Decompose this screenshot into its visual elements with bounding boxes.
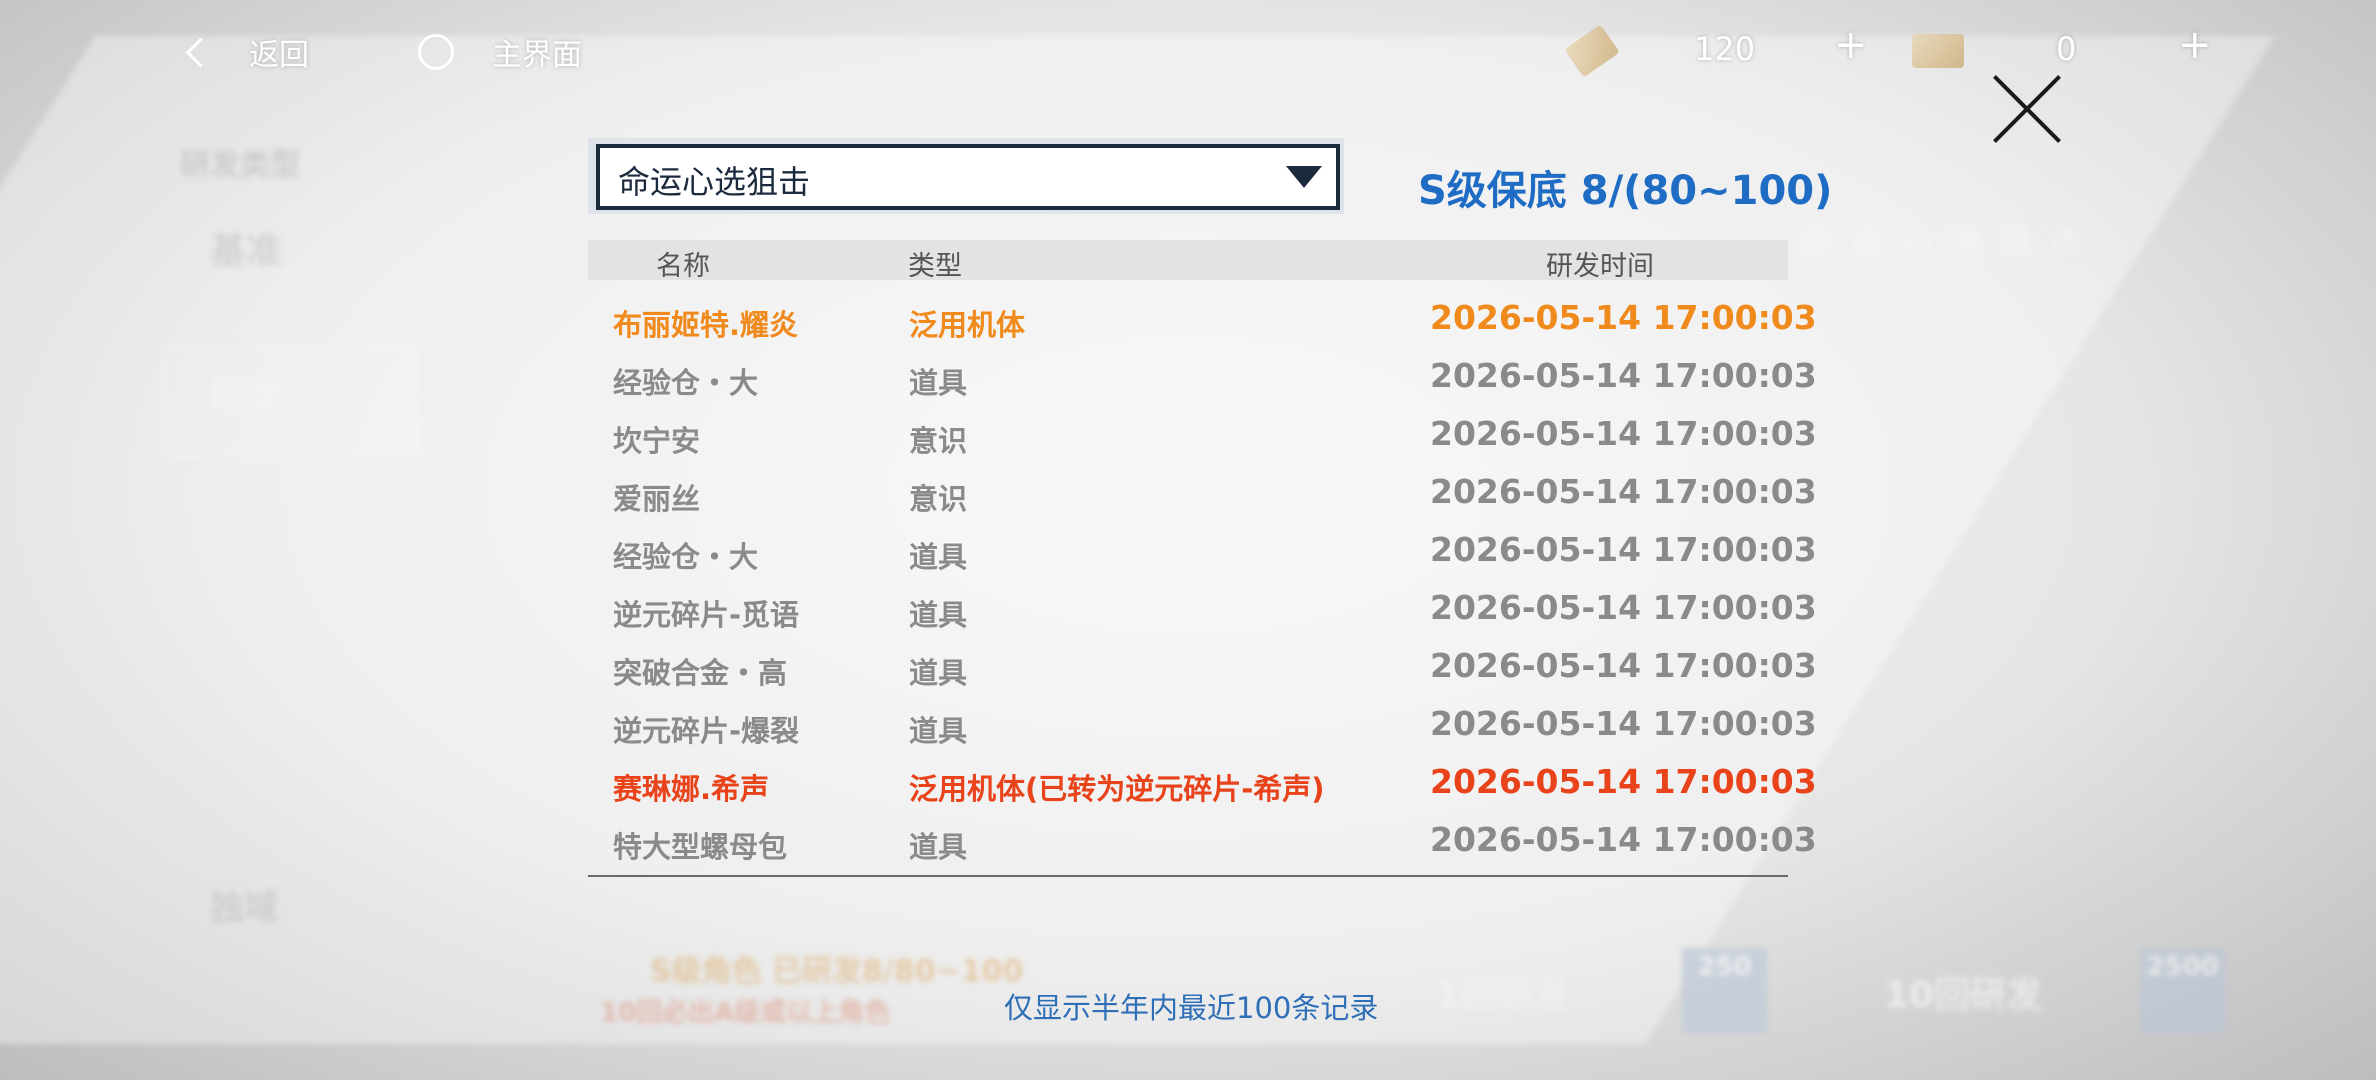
record-name: 爱丽丝: [613, 482, 701, 516]
banner-select[interactable]: 命运心选狙击: [596, 144, 1340, 210]
bg-guarantee-text: 10回必出A级或以上角色: [600, 998, 891, 1028]
table-row: 赛琳娜.希声 泛用机体(已转为逆元碎片-希声) 2026-05-14 17:00:0…: [588, 756, 1817, 814]
column-time: 研发时间: [1546, 251, 1654, 282]
table-row: 经验仓・大 道具 2026-05-14 17:00:03: [588, 350, 1817, 408]
record-type: 道具: [909, 598, 968, 632]
currency2-add-button[interactable]: +: [2178, 22, 2212, 68]
record-name: 特大型螺母包: [613, 830, 788, 864]
record-time: 2026-05-14 17:00:03: [1430, 472, 1817, 511]
table-row: 逆元碎片-觅语 道具 2026-05-14 17:00:03: [588, 582, 1817, 640]
record-name: 逆元碎片-觅语: [613, 598, 800, 632]
triangle-down-icon: [1286, 166, 1322, 188]
record-type: 道具: [909, 366, 968, 400]
column-type: 类型: [908, 251, 962, 282]
table-row: 逆元碎片-爆裂 道具 2026-05-14 17:00:03: [588, 698, 1817, 756]
currency2-amount: 0: [2056, 30, 2077, 68]
record-time: 2026-05-14 17:00:03: [1430, 298, 1817, 337]
table-row: 特大型螺母包 道具 2026-05-14 17:00:03: [588, 814, 1817, 872]
bg-item-limited: 限定: [210, 375, 283, 416]
gacha-history-screen: 研发类型 基准 限定 独域 命运心选狙击 S级角色 已研发8/80~100 10…: [0, 0, 2376, 1080]
record-name: 赛琳娜.希声: [613, 772, 770, 806]
home-circle-icon: [418, 34, 454, 70]
record-time: 2026-05-14 17:00:03: [1430, 356, 1817, 395]
currency2-icon: [1912, 34, 1964, 68]
chevron-left-icon: [185, 37, 216, 67]
footer-note: 仅显示半年内最近100条记录: [1004, 991, 1379, 1025]
record-time: 2026-05-14 17:00:03: [1430, 646, 1817, 685]
record-type: 道具: [909, 714, 968, 748]
table-bottom-divider: [588, 875, 1788, 877]
banner-select-wrap: 命运心选狙击: [588, 138, 1344, 214]
record-type: 泛用机体(已转为逆元碎片-希声): [909, 772, 1325, 806]
record-type: 泛用机体: [909, 308, 1026, 342]
record-name: 突破合金・高: [613, 656, 788, 690]
bg-single-cost-badge: 250: [1682, 948, 1767, 1033]
record-name: 坎宁安: [613, 424, 701, 458]
record-name: 经验仓・大: [613, 540, 759, 574]
record-time: 2026-05-14 17:00:03: [1430, 530, 1817, 569]
table-row: 坎宁安 意识 2026-05-14 17:00:03: [588, 408, 1817, 466]
record-time: 2026-05-14 17:00:03: [1430, 704, 1817, 743]
record-type: 道具: [909, 656, 968, 690]
banner-select-value: 命运心选狙击: [618, 163, 811, 201]
bg-item-standard: 基准: [210, 231, 283, 272]
bg-pity-text: S级角色 已研发8/80~100: [650, 954, 1024, 989]
back-label: 返回: [249, 38, 309, 73]
bg-banner-title: 命运心选狙击: [1800, 222, 2101, 260]
table-row: 爱丽丝 意识 2026-05-14 17:00:03: [588, 466, 1817, 524]
bg-single-pull-button: 1回研发: [1436, 975, 1570, 1016]
record-name: 逆元碎片-爆裂: [613, 714, 800, 748]
currency1-amount: 120: [1694, 30, 1756, 68]
bg-ten-cost-badge: 2500: [2140, 948, 2225, 1033]
record-name: 布丽姬特.耀炎: [613, 308, 799, 342]
home-label: 主界面: [492, 38, 582, 73]
bg-ten-pull-button: 10回研发: [1884, 975, 2043, 1016]
table-row: 经验仓・大 道具 2026-05-14 17:00:03: [588, 524, 1817, 582]
pity-counter: S级保底 8/(80~100): [1418, 168, 1833, 214]
bg-item-exclusive: 独域: [210, 888, 278, 928]
table-row: 突破合金・高 道具 2026-05-14 17:00:03: [588, 640, 1817, 698]
column-name: 名称: [656, 251, 710, 282]
record-name: 经验仓・大: [613, 366, 759, 400]
table-row: 布丽姬特.耀炎 泛用机体 2026-05-14 17:00:03: [588, 292, 1817, 350]
record-time: 2026-05-14 17:00:03: [1430, 588, 1817, 627]
record-time: 2026-05-14 17:00:03: [1430, 762, 1817, 801]
record-type: 意识: [909, 424, 968, 458]
back-button[interactable]: 返回: [185, 30, 309, 74]
record-time: 2026-05-14 17:00:03: [1430, 414, 1817, 453]
bg-dev-type-label: 研发类型: [180, 148, 300, 183]
record-type: 道具: [909, 830, 968, 864]
table-header: 名称 类型 研发时间: [588, 240, 1788, 282]
bg-item-limited-box: [162, 346, 418, 458]
currency1-add-button[interactable]: +: [1834, 22, 1868, 68]
record-time: 2026-05-14 17:00:03: [1430, 820, 1817, 859]
record-type: 意识: [909, 482, 968, 516]
close-icon[interactable]: [1992, 74, 2062, 144]
home-button[interactable]: 主界面: [418, 30, 582, 74]
record-type: 道具: [909, 540, 968, 574]
